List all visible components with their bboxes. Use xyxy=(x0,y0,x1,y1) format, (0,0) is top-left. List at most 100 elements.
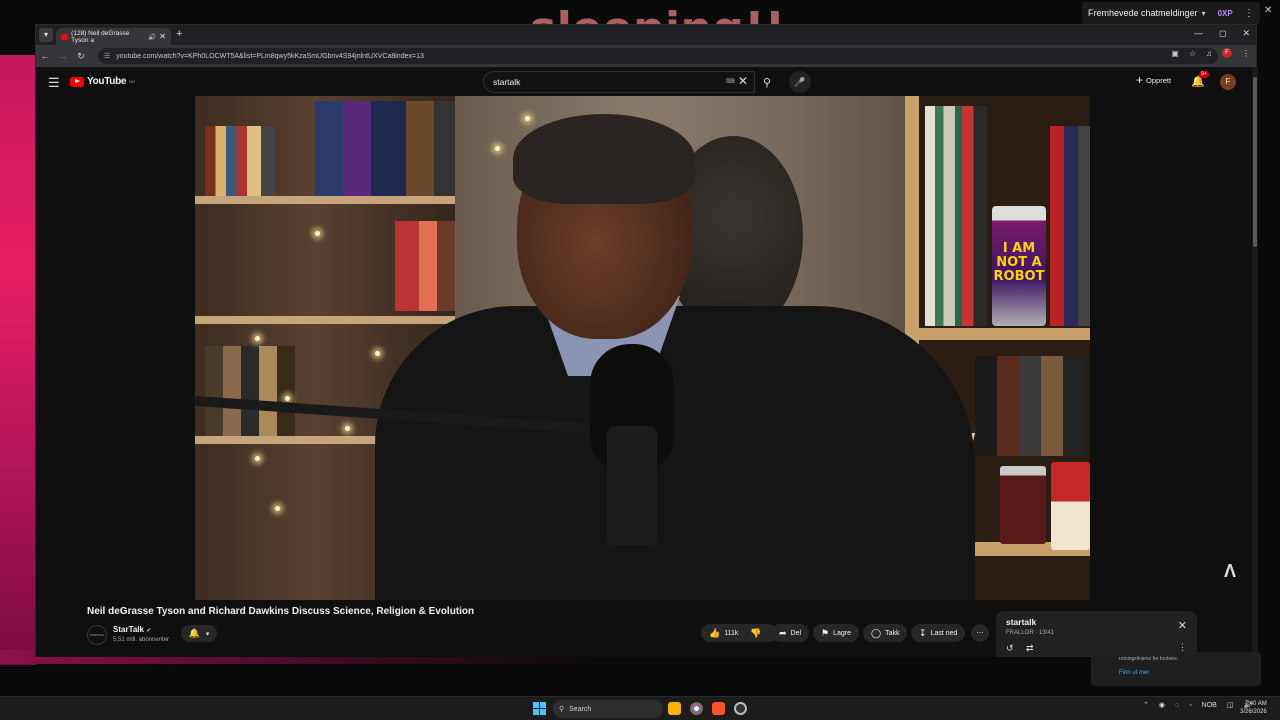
youtube-page: ☰ YouTube NO startalk ⌨ ✕ ⚲ 🎤 + Opprett … xyxy=(36,67,1252,657)
shelf-board xyxy=(905,328,1090,340)
channel-name[interactable]: StarTalk ✔ xyxy=(113,625,151,634)
address-bar[interactable]: ☰ youtube.com/watch?v=KPh0LOCWT5A&list=P… xyxy=(98,48,1218,64)
voice-search-button[interactable]: 🎤 xyxy=(789,71,811,93)
chevron-down-icon[interactable]: ▾ xyxy=(1202,9,1206,18)
microphone-body xyxy=(607,426,657,546)
youtube-play-icon xyxy=(70,76,84,87)
share-icon: ➦ xyxy=(779,627,787,638)
close-icon[interactable]: ✕ xyxy=(1178,619,1187,632)
books xyxy=(1050,126,1090,326)
scrollbar-thumb[interactable] xyxy=(1253,77,1257,247)
bookmark-star-icon[interactable]: ☆ xyxy=(1189,49,1196,58)
minimize-button[interactable]: — xyxy=(1194,28,1203,39)
fairy-light xyxy=(255,456,260,461)
clock-date: 3/26/2026 xyxy=(1240,709,1267,715)
search-button[interactable]: ⚲ xyxy=(755,71,779,93)
search-input[interactable]: startalk xyxy=(483,71,755,93)
tray-app-icon[interactable]: ▫ xyxy=(1189,702,1191,709)
windows-taskbar: ⚲ Search ⌃ ◉ ◌ ▫ NOB ◫ 🔊 7:40 AM 3/26/20… xyxy=(0,696,1280,720)
thumbs-down-icon[interactable]: 👎 xyxy=(750,628,761,639)
close-window-button[interactable]: ✕ xyxy=(1242,28,1250,39)
tab-close-icon[interactable]: ✕ xyxy=(159,32,166,41)
create-button[interactable]: + Opprett xyxy=(1136,74,1171,86)
share-label: Del xyxy=(790,629,802,637)
thanks-button[interactable]: ◯ Takk xyxy=(863,624,908,642)
channel-watermark-icon[interactable]: Λ xyxy=(1224,561,1236,582)
like-count[interactable]: 111k xyxy=(724,630,738,637)
fairy-light xyxy=(315,231,320,236)
keyboard-icon[interactable]: ⌨ xyxy=(726,78,735,85)
youtube-wordmark: YouTube xyxy=(87,76,127,87)
media-controls-icon[interactable]: ♫ xyxy=(1206,49,1212,58)
fairy-light xyxy=(345,426,350,431)
bell-icon: 🔔 xyxy=(188,628,200,638)
network-icon[interactable]: ◫ xyxy=(1227,701,1234,709)
hamburger-menu-icon[interactable]: ☰ xyxy=(48,75,60,91)
books xyxy=(925,106,987,326)
new-tab-button[interactable]: + xyxy=(176,28,182,40)
install-app-icon[interactable]: ▣ xyxy=(1171,49,1179,58)
address-url: youtube.com/watch?v=KPh0LOCWT5A&list=PLm… xyxy=(116,52,424,60)
person-jacket xyxy=(375,306,975,600)
tray-app-icon[interactable]: ◉ xyxy=(1159,701,1165,709)
tab-title: (128) Neil deGrasse Tyson a xyxy=(71,29,130,44)
save-label: Lagre xyxy=(833,629,851,637)
back-button[interactable]: ← xyxy=(36,51,54,61)
youtube-logo[interactable]: YouTube NO xyxy=(70,76,135,87)
featured-chat-widget[interactable]: Fremhevede chatmeldinger ▾ 0XP ⋮ xyxy=(1082,2,1260,24)
playlist-title[interactable]: startalk xyxy=(1006,617,1187,627)
system-clock[interactable]: 7:40 AM 3/26/2026 xyxy=(1240,700,1267,716)
fairy-light xyxy=(495,146,500,151)
taskbar-search[interactable]: ⚲ Search xyxy=(553,700,663,718)
page-scrollbar[interactable] xyxy=(1252,67,1258,657)
books xyxy=(205,126,275,196)
site-info-icon[interactable]: ☰ xyxy=(104,52,110,60)
notification-badge: 9+ xyxy=(1199,71,1209,78)
windows-start-icon[interactable] xyxy=(533,702,546,715)
download-label: Last ned xyxy=(930,629,958,637)
speaker-icon[interactable]: 🔊 xyxy=(148,33,156,41)
tab-bar: ▾ (128) Neil deGrasse Tyson a 🔊 ✕ + — ◻ … xyxy=(36,25,1256,45)
video-title: Neil deGrasse Tyson and Richard Dawkins … xyxy=(87,606,475,617)
toast-link[interactable]: Finn ut mer xyxy=(1119,670,1233,676)
browser-menu-icon[interactable]: ⋮ xyxy=(1242,49,1250,58)
tray-app-icon[interactable]: ◌ xyxy=(1175,702,1179,709)
obs-icon[interactable] xyxy=(734,702,747,715)
clear-search-icon[interactable]: ✕ xyxy=(738,74,748,88)
chat-widget-label: Fremhevede chatmeldinger xyxy=(1088,8,1198,18)
language-indicator[interactable]: NOB xyxy=(1202,702,1217,709)
maximize-button[interactable]: ◻ xyxy=(1219,28,1226,39)
search-query: startalk xyxy=(493,77,521,87)
youtube-favicon-icon xyxy=(61,33,69,40)
chevron-up-icon[interactable]: ⌃ xyxy=(1143,701,1149,709)
loop-icon[interactable]: ↺ xyxy=(1006,643,1014,654)
person-hair xyxy=(513,114,695,204)
download-icon: ↧ xyxy=(919,627,927,638)
reload-button[interactable]: ↻ xyxy=(72,51,90,62)
desktop-wallpaper xyxy=(0,55,36,665)
profile-avatar[interactable]: F xyxy=(1222,48,1232,58)
more-options-icon[interactable]: ⋮ xyxy=(1244,8,1254,19)
subscription-bell-button[interactable]: 🔔 ▾ xyxy=(181,625,217,642)
xp-badge: 0XP xyxy=(1217,8,1233,18)
shuffle-icon[interactable]: ⇄ xyxy=(1026,643,1034,654)
playlist-panel: startalk FRALLOR · 13/41 ✕ ↺ ⇄ ⋮ xyxy=(996,611,1197,657)
account-avatar[interactable]: F xyxy=(1220,74,1236,90)
save-button[interactable]: ⚑ Lagre xyxy=(813,624,859,642)
download-button[interactable]: ↧ Last ned xyxy=(911,624,966,642)
brave-icon[interactable] xyxy=(712,702,725,715)
file-explorer-icon[interactable] xyxy=(668,702,681,715)
close-icon[interactable]: ✕ xyxy=(1264,5,1272,16)
share-button[interactable]: ➦ Del xyxy=(771,624,810,642)
channel-avatar[interactable]: STARTALK xyxy=(87,625,107,645)
region-code: NO xyxy=(129,79,135,84)
video-player[interactable]: I AM NOT A ROBOT xyxy=(195,96,1090,600)
tab-search-button[interactable]: ▾ xyxy=(39,28,53,42)
more-actions-button[interactable]: ⋯ xyxy=(971,624,989,642)
thanks-label: Takk xyxy=(885,629,900,637)
tab-youtube[interactable]: (128) Neil deGrasse Tyson a 🔊 ✕ xyxy=(56,28,171,45)
search-icon: ⚲ xyxy=(762,76,772,89)
thumbs-up-icon[interactable]: 👍 xyxy=(709,628,720,639)
forward-button[interactable]: → xyxy=(54,51,72,61)
chrome-icon[interactable] xyxy=(690,702,703,715)
